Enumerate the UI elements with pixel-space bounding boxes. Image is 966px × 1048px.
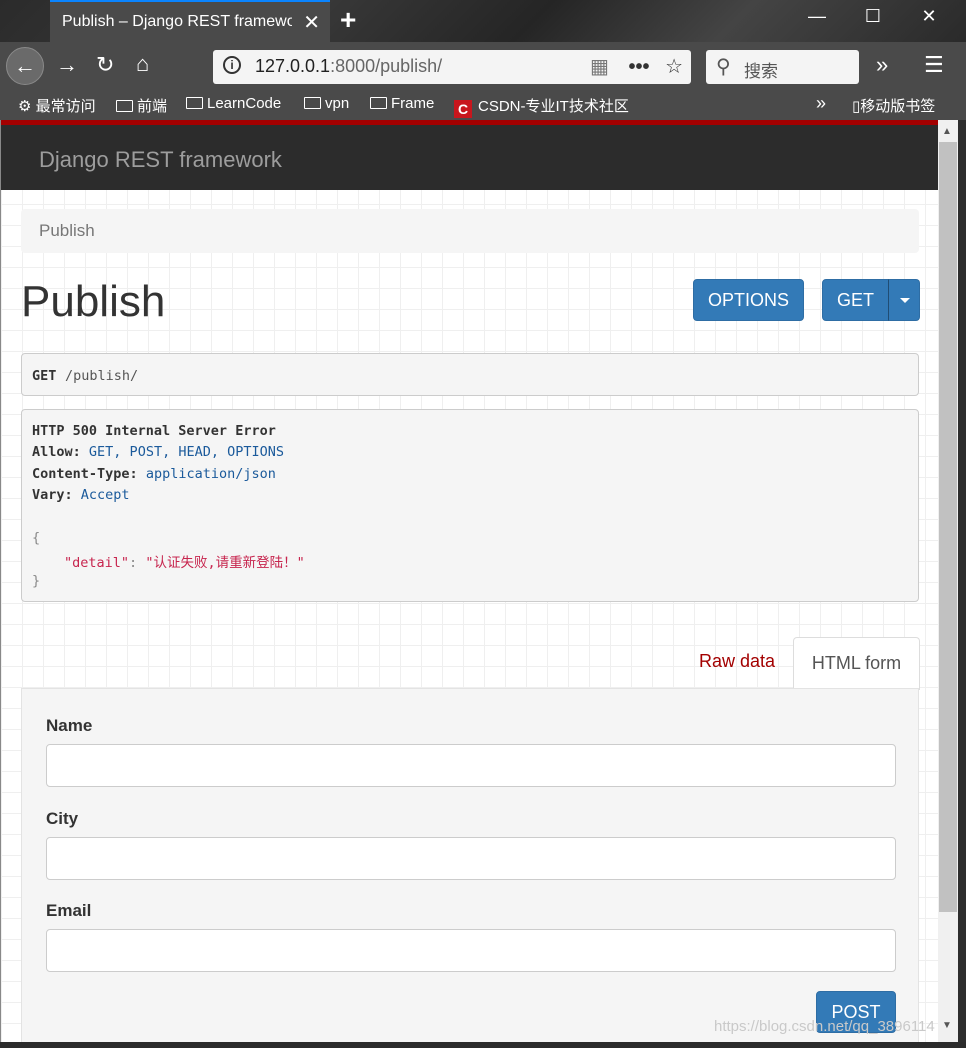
json-open-brace: {: [32, 530, 41, 546]
content-tabs: Raw data HTML form: [21, 637, 920, 690]
caret-down-icon: [900, 298, 910, 303]
bookmark-label: LearnCode: [207, 95, 282, 112]
request-path: /publish/: [65, 368, 139, 384]
navigation-toolbar: ← → ↻ ⌂ i 127.0.0.1:8000/publish/ ▦ ••• …: [0, 42, 966, 92]
search-box[interactable]: ⚲ 搜索: [706, 50, 859, 84]
tab-title: Publish – Django REST framework: [62, 13, 292, 30]
minimize-icon[interactable]: —: [802, 6, 832, 27]
header-value: application/json: [145, 466, 276, 482]
response-block: HTTP 500 Internal Server Error Allow: GE…: [21, 409, 919, 602]
options-button[interactable]: OPTIONS: [693, 279, 804, 321]
bookmarks-bar: ⚙ 最常访问 前端 LearnCode vpn Frame C CSDN-专业IT…: [0, 92, 966, 120]
tab-close-icon[interactable]: ✕: [303, 10, 320, 35]
scroll-down-icon[interactable]: ▼: [942, 1020, 952, 1031]
folder-icon: [186, 97, 203, 109]
scroll-up-icon[interactable]: ▲: [942, 126, 952, 137]
folder-icon: [304, 97, 321, 109]
search-icon: ⚲: [716, 56, 731, 78]
drf-navbar: Django REST framework: [1, 120, 938, 190]
name-input[interactable]: [46, 744, 896, 787]
tab-raw-data[interactable]: Raw data: [699, 651, 775, 672]
allow-header: Allow: GET, POST, HEAD, OPTIONS: [32, 444, 284, 460]
json-key: "detail": [64, 555, 130, 571]
csdn-icon: C: [454, 100, 472, 118]
folder-icon: [370, 97, 387, 109]
page-title: Publish: [21, 277, 166, 326]
get-button[interactable]: GET: [822, 279, 889, 321]
window-close-icon[interactable]: ✕: [914, 6, 944, 27]
forward-arrow-icon[interactable]: →: [56, 52, 78, 78]
url-host: 127.0.0.1: [255, 56, 331, 76]
email-input[interactable]: [46, 929, 896, 972]
bookmark-learncode[interactable]: LearnCode: [186, 95, 281, 112]
request-line: GET /publish/: [21, 353, 919, 396]
header-key: Vary:: [32, 487, 73, 503]
content-type-header: Content-Type: application/json: [32, 466, 276, 482]
json-close-brace: }: [32, 573, 41, 589]
bookmark-most-visited[interactable]: ⚙ 最常访问: [18, 95, 96, 116]
html-form: Name City Email POST: [21, 688, 919, 1042]
header-key: Allow:: [32, 444, 81, 460]
breadcrumb: Publish: [21, 209, 919, 253]
vary-header: Vary: Accept: [32, 487, 130, 503]
bookmark-label: vpn: [325, 95, 350, 112]
header-value: Accept: [80, 487, 130, 503]
response-status: HTTP 500 Internal Server Error: [32, 423, 276, 439]
tab-html-form[interactable]: HTML form: [793, 637, 920, 690]
json-colon: :: [129, 555, 138, 571]
json-detail-line: "detail": "认证失败,请重新登陆！": [64, 551, 305, 571]
json-value: "认证失败,请重新登陆！": [145, 555, 305, 571]
url-text: 127.0.0.1:8000/publish/: [255, 56, 442, 77]
bookmark-label: Frame: [391, 95, 435, 112]
brand-link[interactable]: Django REST framework: [39, 147, 282, 173]
get-dropdown-toggle[interactable]: [888, 279, 920, 321]
url-icons: ▦ ••• ☆: [590, 54, 683, 79]
window-bottom-edge: [0, 1042, 966, 1048]
title-bar: Publish – Django REST framework ✕ + — ☐ …: [0, 0, 966, 42]
bookmark-vpn[interactable]: vpn: [304, 95, 349, 112]
request-method: GET: [32, 368, 57, 384]
menu-icon[interactable]: ☰: [924, 52, 944, 78]
home-icon[interactable]: ⌂: [136, 51, 149, 77]
header-key: Content-Type:: [32, 466, 138, 482]
url-path: :8000/publish/: [330, 56, 443, 76]
page-viewport: Django REST framework Publish Publish OP…: [0, 120, 938, 1042]
bookmark-label: 前端: [137, 98, 168, 115]
header-value: GET, POST, HEAD, OPTIONS: [88, 444, 284, 460]
folder-icon: [116, 100, 133, 112]
maximize-icon[interactable]: ☐: [858, 6, 888, 27]
mobile-bookmarks-label: 移动版书签: [860, 98, 936, 115]
more-options-icon[interactable]: •••: [628, 56, 649, 78]
name-label: Name: [46, 716, 93, 735]
mobile-bookmarks[interactable]: ▯移动版书签: [852, 95, 935, 116]
reload-icon[interactable]: ↻: [96, 52, 114, 78]
bookmark-label: CSDN-专业IT技术社区: [478, 98, 629, 115]
search-placeholder: 搜索: [744, 62, 778, 81]
star-icon[interactable]: ☆: [665, 56, 683, 78]
info-icon[interactable]: i: [223, 56, 241, 74]
overflow-chevron-icon[interactable]: »: [876, 52, 888, 78]
qr-code-icon[interactable]: ▦: [590, 56, 609, 78]
breadcrumb-item[interactable]: Publish: [39, 221, 95, 241]
back-arrow-icon[interactable]: ←: [6, 47, 44, 85]
city-input[interactable]: [46, 837, 896, 880]
watermark: https://blog.csdn.net/qq_3896114: [714, 1018, 935, 1035]
bookmarks-overflow-icon[interactable]: »: [816, 93, 826, 114]
bookmark-frontend[interactable]: 前端: [116, 95, 167, 116]
browser-tab[interactable]: Publish – Django REST framework ✕: [50, 0, 330, 42]
window-edge: [958, 120, 966, 1042]
scroll-thumb[interactable]: [939, 142, 957, 912]
bookmark-csdn[interactable]: C CSDN-专业IT技术社区: [454, 95, 629, 118]
bookmark-frame[interactable]: Frame: [370, 95, 434, 112]
bookmark-label: 最常访问: [35, 98, 96, 115]
gear-icon: ⚙: [18, 98, 32, 115]
new-tab-button[interactable]: +: [340, 4, 356, 36]
address-bar[interactable]: i 127.0.0.1:8000/publish/ ▦ ••• ☆: [213, 50, 691, 84]
city-label: City: [46, 809, 79, 828]
email-label: Email: [46, 901, 92, 920]
